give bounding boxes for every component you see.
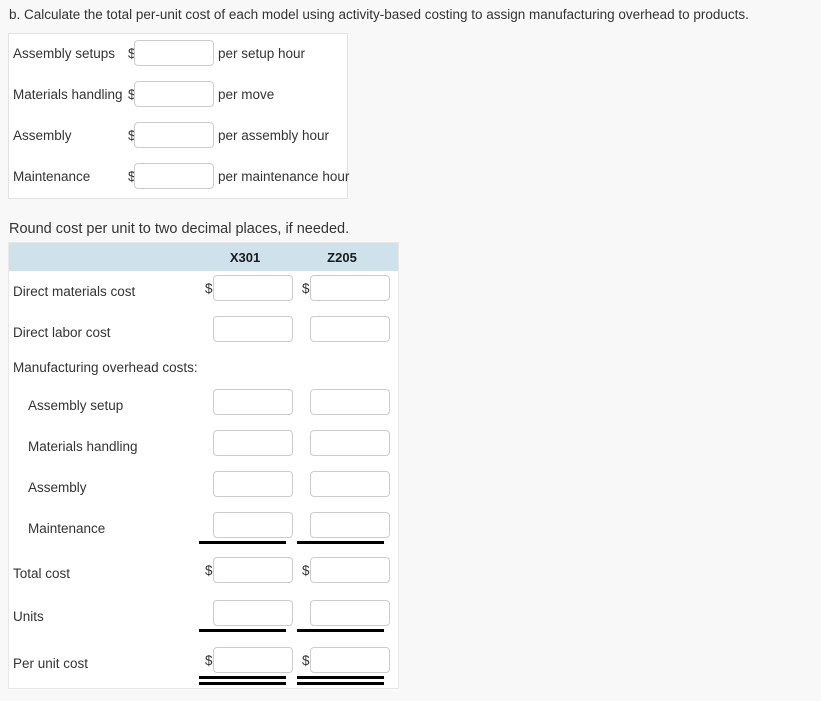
- table-row: Maintenance $ per maintenance hour: [9, 157, 350, 198]
- cost-input-x301-units[interactable]: [213, 600, 293, 626]
- row-label: Direct labor cost: [13, 325, 111, 340]
- cost-input-z205-maintenance[interactable]: [310, 512, 390, 538]
- cost-input-x301-per-unit-cost[interactable]: [213, 647, 293, 673]
- currency-symbol: $: [205, 563, 213, 578]
- rate-suffix-materials-handling: per move: [218, 87, 275, 102]
- rounding-instruction: Round cost per unit to two decimal place…: [9, 221, 350, 237]
- row-label: Assembly: [28, 480, 87, 495]
- currency-symbol: $: [205, 281, 213, 296]
- cost-input-x301-assembly[interactable]: [213, 471, 293, 497]
- row-label: Maintenance: [28, 521, 106, 536]
- double-underline-rule: [297, 676, 384, 679]
- row-label: Assembly setup: [28, 398, 124, 413]
- currency-symbol: $: [302, 653, 310, 668]
- table-row: Manufacturing overhead costs:: [9, 353, 398, 385]
- row-label: Units: [13, 609, 44, 624]
- cost-table-body: Direct materials cost $ $ Direct labor cost…: [9, 271, 398, 688]
- rate-input-assembly[interactable]: [134, 122, 214, 148]
- rate-suffix-assembly-setups: per setup hour: [218, 46, 306, 61]
- double-underline-rule-second: [297, 682, 384, 685]
- subtotal-underline-rule: [199, 541, 286, 544]
- question-text: b. Calculate the total per-unit cost of …: [9, 7, 749, 22]
- subtotal-underline-rule: [199, 629, 286, 632]
- cost-input-x301-direct-labor-cost[interactable]: [213, 316, 293, 342]
- table-row: Assembly $ per assembly hour: [9, 116, 347, 157]
- double-underline-rule: [199, 676, 286, 679]
- table-row: Units: [9, 596, 398, 640]
- table-row: Materials handling $ per move: [9, 75, 347, 116]
- cost-input-z205-assembly-setup[interactable]: [310, 389, 390, 415]
- cost-input-x301-maintenance[interactable]: [213, 512, 293, 538]
- cost-input-z205-per-unit-cost[interactable]: [310, 647, 390, 673]
- row-label: Manufacturing overhead costs:: [13, 360, 198, 375]
- rate-label-assembly-setups: Assembly setups: [13, 46, 116, 61]
- table-row: Assembly: [9, 467, 398, 508]
- row-label: Total cost: [13, 566, 71, 581]
- table-row: Assembly setups $ per setup hour: [9, 34, 347, 75]
- cost-input-x301-total-cost[interactable]: [213, 557, 293, 583]
- cost-input-z205-materials-handling[interactable]: [310, 430, 390, 456]
- rate-input-materials-handling[interactable]: [134, 81, 214, 107]
- cost-input-z205-total-cost[interactable]: [310, 557, 390, 583]
- double-underline-rule-second: [199, 682, 286, 685]
- row-label: Materials handling: [28, 439, 138, 454]
- rate-label-assembly: Assembly: [13, 128, 72, 143]
- activity-rate-table: Assembly setups $ per setup hour Materia…: [8, 33, 350, 199]
- cost-input-z205-assembly[interactable]: [310, 471, 390, 497]
- rate-label-maintenance: Maintenance: [13, 169, 91, 184]
- table-row: Assembly setup: [9, 385, 398, 426]
- cost-input-z205-units[interactable]: [310, 600, 390, 626]
- subtotal-underline-rule: [297, 541, 384, 544]
- currency-symbol: $: [205, 653, 213, 668]
- per-unit-cost-table: X301 Z205 Direct materials cost $ $ Direct …: [8, 242, 399, 689]
- table-row: Per unit cost $ $: [9, 640, 398, 688]
- row-label: Direct materials cost: [13, 284, 136, 299]
- currency-symbol: $: [302, 281, 310, 296]
- table-row: Materials handling: [9, 426, 398, 467]
- table-row: Maintenance: [9, 508, 398, 552]
- row-label: Per unit cost: [13, 656, 89, 671]
- column-header-z205: Z205: [327, 250, 357, 265]
- currency-symbol: $: [302, 563, 310, 578]
- cost-input-x301-direct-materials-cost[interactable]: [213, 275, 293, 301]
- rate-input-assembly-setups[interactable]: [134, 40, 214, 66]
- table-row: Direct labor cost: [9, 312, 398, 353]
- table-row: Total cost $ $: [9, 552, 398, 596]
- rate-suffix-assembly: per assembly hour: [218, 128, 330, 143]
- cost-input-x301-materials-handling[interactable]: [213, 430, 293, 456]
- subtotal-underline-rule: [297, 629, 384, 632]
- rate-suffix-maintenance: per maintenance hour: [218, 169, 350, 184]
- rate-input-maintenance[interactable]: [134, 163, 214, 189]
- table-row: Direct materials cost $ $: [9, 271, 398, 312]
- rate-label-materials-handling: Materials handling: [13, 87, 123, 102]
- cost-input-x301-assembly-setup[interactable]: [213, 389, 293, 415]
- cost-input-z205-direct-materials-cost[interactable]: [310, 275, 390, 301]
- table-header-row: X301 Z205: [9, 243, 398, 271]
- cost-input-z205-direct-labor-cost[interactable]: [310, 316, 390, 342]
- column-header-x301: X301: [229, 250, 261, 265]
